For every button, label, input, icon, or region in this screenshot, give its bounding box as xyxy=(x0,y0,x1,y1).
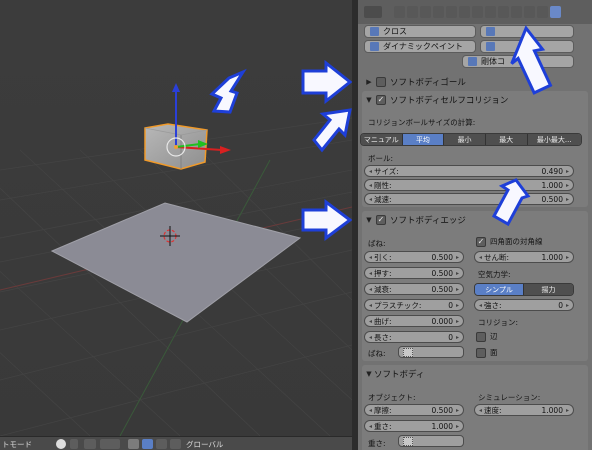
manipulator-icon[interactable] xyxy=(128,439,139,449)
mass-field[interactable]: ◂ 重さ: 1.000 ▸ xyxy=(364,420,464,432)
face-collision-checkbox[interactable] xyxy=(476,347,486,358)
self-collision-checkbox[interactable]: ✓ xyxy=(376,95,386,105)
object-label: オブジェクト: xyxy=(368,393,416,402)
material-tab-icon[interactable] xyxy=(498,6,509,18)
texture2-tab-icon[interactable] xyxy=(537,6,548,18)
viewport-canvas[interactable] xyxy=(0,0,352,436)
simulation-label: シミュレーション: xyxy=(478,393,541,402)
shear-field[interactable]: ◂ せん断: 1.000 ▸ xyxy=(474,251,574,263)
expand-arrow-icon: ▼ xyxy=(366,216,372,224)
scale-icon[interactable] xyxy=(170,439,181,449)
spring-vertex-group-field[interactable] xyxy=(398,346,464,358)
aero-simple[interactable]: シンプル xyxy=(475,284,525,295)
aero-mode-selector[interactable]: シンプル 揚力 xyxy=(474,283,574,296)
plastic-field[interactable]: ◂ プラスチック: 0 ▸ xyxy=(364,299,464,311)
length-field[interactable]: ◂ 長さ: 0 ▸ xyxy=(364,331,464,343)
goal-checkbox[interactable] xyxy=(376,77,386,87)
damp-field[interactable]: ◂ 減衰: 0.500 ▸ xyxy=(364,283,464,295)
mode-average[interactable]: 平均 xyxy=(402,134,445,145)
cloth-button[interactable]: クロス xyxy=(364,25,476,38)
bend-field[interactable]: ◂ 曲げ: 0.000 ▸ xyxy=(364,315,464,327)
viewport-header: トモード グローバル xyxy=(0,436,352,450)
orientation-menu[interactable]: グローバル xyxy=(186,439,223,450)
aero-strength-field[interactable]: ◂ 強さ: 0 ▸ xyxy=(474,299,574,311)
annotation-arrow-icon xyxy=(491,178,531,227)
3d-viewport[interactable]: トモード グローバル xyxy=(0,0,352,450)
collision-label: コリジョン: xyxy=(478,318,519,327)
scene-tab-icon[interactable] xyxy=(420,6,431,18)
mode-menu[interactable]: トモード xyxy=(2,439,32,450)
edge-collision-toggle[interactable]: 辺 xyxy=(474,331,498,342)
constraints-tab-icon[interactable] xyxy=(459,6,470,18)
softbody-header[interactable]: ▼ ソフトボディ xyxy=(364,366,586,382)
dynamic-paint-button[interactable]: ダイナミックペイント xyxy=(364,40,476,53)
pull-field[interactable]: ◂ 引く: 0.500 ▸ xyxy=(364,251,464,263)
expand-arrow-icon: ▼ xyxy=(366,370,372,378)
annotation-arrow-icon xyxy=(510,25,553,95)
push-field[interactable]: ◂ 押す: 0.500 ▸ xyxy=(364,267,464,279)
texture-tab-icon[interactable] xyxy=(511,6,522,18)
physics-tab-icon[interactable] xyxy=(550,6,561,18)
spring-vertex-group-label: ばね: xyxy=(368,349,386,358)
data-tab-icon[interactable] xyxy=(485,6,496,18)
collapse-arrow-icon: ▶ xyxy=(366,78,372,86)
dropdown-icon[interactable] xyxy=(70,439,78,449)
speed-field[interactable]: ◂ 速度: 1.000 ▸ xyxy=(474,404,574,416)
mode-manual[interactable]: マニュアル xyxy=(361,134,403,145)
edges-checkbox[interactable]: ✓ xyxy=(376,215,386,225)
render-tab-icon[interactable] xyxy=(394,6,405,18)
translate-icon[interactable] xyxy=(142,439,153,449)
pivot-icon[interactable] xyxy=(84,439,96,449)
constraint-icon xyxy=(468,57,477,66)
mass-vertex-group-field[interactable] xyxy=(398,435,464,447)
cloth-icon xyxy=(370,27,379,36)
face-collision-toggle[interactable]: 面 xyxy=(474,347,498,358)
edge-collision-checkbox[interactable] xyxy=(476,331,486,342)
rotate-icon[interactable] xyxy=(156,439,167,449)
spring-label: ばね: xyxy=(368,239,386,248)
aero-label: 空気力学: xyxy=(478,270,511,279)
layers-icon[interactable] xyxy=(100,439,120,449)
vertex-group-icon xyxy=(403,437,413,446)
particles-tab-icon[interactable] xyxy=(524,6,535,18)
world-tab-icon[interactable] xyxy=(433,6,444,18)
brush-icon xyxy=(370,42,379,51)
layers-tab-icon[interactable] xyxy=(407,6,418,18)
object-tab-icon[interactable] xyxy=(446,6,457,18)
friction-field[interactable]: ◂ 摩擦: 0.500 ▸ xyxy=(364,404,464,416)
panel-annotation-overlay xyxy=(491,25,553,227)
weight-label: 重さ: xyxy=(368,439,386,448)
aero-lift[interactable]: 揚力 xyxy=(524,284,573,295)
ball-label: ボール: xyxy=(368,154,394,163)
editor-type-icon[interactable] xyxy=(364,6,382,18)
expand-arrow-icon: ▼ xyxy=(366,96,372,104)
ball-size-calc-label: コリジョンボールサイズの計算: xyxy=(368,118,476,127)
shading-icon[interactable] xyxy=(56,439,66,449)
vertex-group-icon xyxy=(403,348,413,357)
modifiers-tab-icon[interactable] xyxy=(472,6,483,18)
